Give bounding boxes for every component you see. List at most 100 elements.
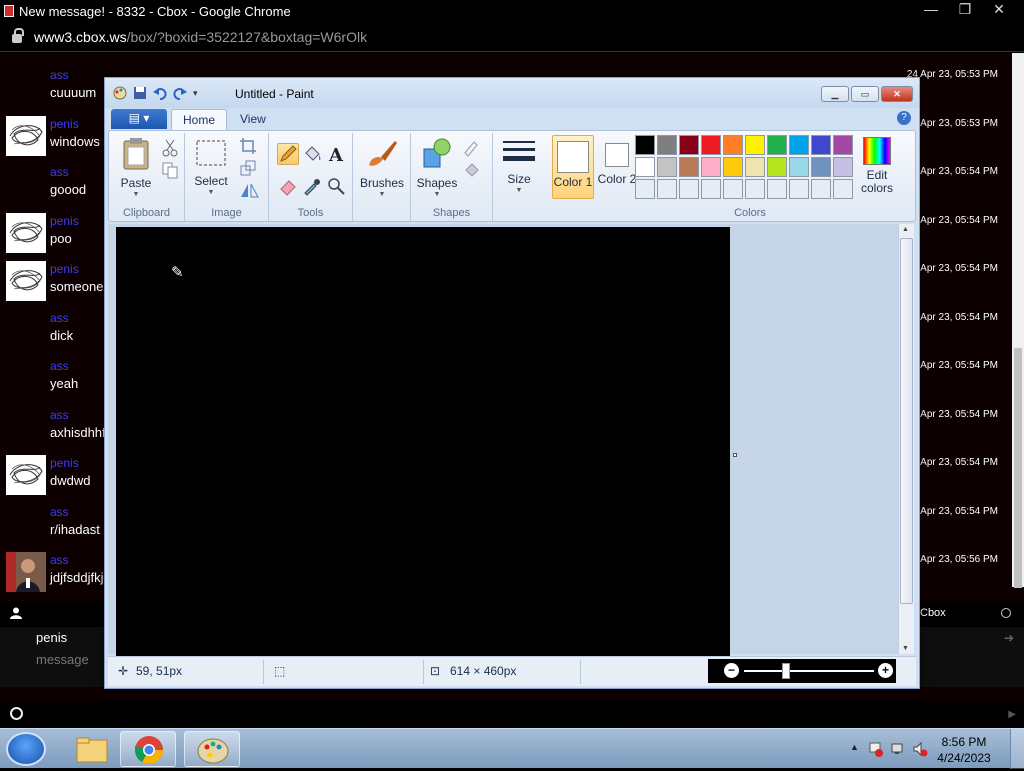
name-field[interactable]: penis (36, 630, 67, 645)
chat-scrollbar[interactable] (1012, 53, 1024, 588)
palette-swatch[interactable] (833, 157, 853, 177)
canvas-resize-handle[interactable] (733, 453, 737, 457)
user-icon[interactable] (10, 607, 22, 619)
zoom-out-icon[interactable]: − (724, 663, 739, 678)
fill-bucket-icon[interactable] (301, 143, 323, 165)
resize-icon[interactable] (237, 157, 259, 179)
zoom-track[interactable] (744, 670, 874, 672)
palette-swatch[interactable] (657, 157, 677, 177)
message-field[interactable]: message (36, 652, 89, 667)
canvas-scrollbar-thumb[interactable] (900, 238, 913, 604)
palette-swatch[interactable] (811, 157, 831, 177)
palette-swatch[interactable] (811, 135, 831, 155)
palette-swatch[interactable] (679, 179, 699, 199)
palette-swatch[interactable] (789, 157, 809, 177)
palette-swatch[interactable] (745, 157, 765, 177)
rotate-icon[interactable] (237, 179, 259, 201)
palette-swatch[interactable] (701, 135, 721, 155)
chat-username[interactable]: ass (50, 68, 69, 82)
chat-username[interactable]: ass (50, 505, 69, 519)
paint-menu-button[interactable]: ▤ ▾ (111, 109, 167, 129)
settings-circle-icon[interactable] (1001, 608, 1011, 618)
start-button[interactable] (6, 732, 46, 766)
palette-swatch[interactable] (679, 157, 699, 177)
chat-username[interactable]: ass (50, 311, 69, 325)
drawing-canvas[interactable]: ✎ (116, 227, 730, 657)
url-field[interactable]: www3.cbox.ws/box/?boxid=3522127&boxtag=W… (34, 29, 367, 45)
avatar[interactable] (6, 552, 46, 592)
palette-swatch[interactable] (723, 135, 743, 155)
eraser-icon[interactable] (277, 175, 299, 197)
cbox-link[interactable]: Cbox (920, 607, 946, 619)
palette-swatch[interactable] (701, 157, 721, 177)
palette-swatch[interactable] (701, 179, 721, 199)
paste-dropdown-icon[interactable]: ▼ (117, 191, 155, 198)
brushes-button[interactable]: Brushes ▼ (359, 137, 405, 198)
fill-icon[interactable] (461, 159, 483, 181)
network-icon[interactable] (890, 741, 906, 757)
paint-minimize-icon[interactable]: ▁ (821, 86, 849, 102)
shapes-button[interactable]: Shapes ▼ (415, 137, 459, 198)
palette-swatch[interactable] (745, 179, 765, 199)
palette-swatch[interactable] (635, 135, 655, 155)
smiley-icon[interactable] (10, 707, 23, 720)
paste-button[interactable]: Paste ▼ (117, 137, 155, 198)
close-icon[interactable]: ✕ (982, 0, 1016, 20)
canvas-vertical-scrollbar[interactable]: ▲ ▼ (898, 224, 914, 654)
palette-swatch[interactable] (767, 135, 787, 155)
tab-home[interactable]: Home (171, 109, 228, 130)
pencil-icon[interactable] (277, 143, 299, 165)
palette-swatch[interactable] (635, 157, 655, 177)
palette-swatch[interactable] (767, 179, 787, 199)
chat-username[interactable]: penis (50, 456, 79, 470)
avatar[interactable] (6, 261, 46, 301)
chat-username[interactable]: penis (50, 117, 79, 131)
crop-icon[interactable] (237, 135, 259, 157)
chat-username[interactable]: ass (50, 165, 69, 179)
paint-taskbar-icon[interactable] (184, 731, 240, 767)
edit-colors-button[interactable]: Edit colors (857, 135, 897, 195)
cut-icon[interactable] (159, 137, 181, 159)
palette-swatch[interactable] (657, 179, 677, 199)
paint-close-icon[interactable]: ✕ (881, 86, 913, 102)
palette-swatch[interactable] (789, 135, 809, 155)
paint-maximize-icon[interactable]: ▭ (851, 86, 879, 102)
show-desktop-button[interactable] (1010, 729, 1024, 769)
palette-swatch[interactable] (679, 135, 699, 155)
color-picker-icon[interactable] (301, 175, 323, 197)
address-bar[interactable]: www3.cbox.ws/box/?boxid=3522127&boxtag=W… (0, 22, 1024, 52)
avatar[interactable] (6, 115, 46, 156)
minimize-icon[interactable]: — (914, 0, 948, 20)
restore-icon[interactable]: ❐ (948, 0, 982, 20)
chat-username[interactable]: ass (50, 408, 69, 422)
chrome-taskbar-icon[interactable] (120, 731, 176, 767)
zoom-slider[interactable]: − + (720, 659, 896, 683)
tab-view[interactable]: View (229, 109, 277, 130)
action-center-icon[interactable] (868, 741, 884, 757)
paint-app-icon[interactable] (113, 86, 127, 100)
outline-icon[interactable] (461, 137, 483, 159)
zoom-in-icon[interactable]: + (878, 663, 893, 678)
explorer-taskbar-icon[interactable] (62, 731, 118, 767)
palette-swatch[interactable] (745, 135, 765, 155)
size-dropdown-icon[interactable]: ▼ (499, 187, 539, 194)
undo-icon[interactable] (153, 86, 167, 100)
expand-arrow-icon[interactable]: ▶ (1008, 709, 1016, 720)
taskbar-clock[interactable]: 8:56 PM 4/24/2023 (932, 734, 996, 766)
select-button[interactable]: Select ▼ (191, 139, 231, 196)
chat-username[interactable]: ass (50, 553, 69, 567)
text-icon[interactable]: A (325, 143, 347, 166)
copy-icon[interactable] (159, 159, 181, 181)
palette-swatch[interactable] (723, 157, 743, 177)
palette-swatch[interactable] (657, 135, 677, 155)
scroll-up-icon[interactable]: ▲ (902, 226, 909, 233)
avatar[interactable] (6, 212, 46, 253)
brushes-dropdown-icon[interactable]: ▼ (359, 191, 405, 198)
chat-username[interactable]: ass (50, 359, 69, 373)
scroll-down-icon[interactable]: ▼ (902, 645, 909, 652)
palette-swatch[interactable] (635, 179, 655, 199)
avatar[interactable] (6, 455, 46, 495)
magnifier-icon[interactable] (325, 175, 347, 197)
color2-button[interactable]: Color 2 (597, 135, 637, 199)
redo-icon[interactable] (173, 86, 187, 100)
